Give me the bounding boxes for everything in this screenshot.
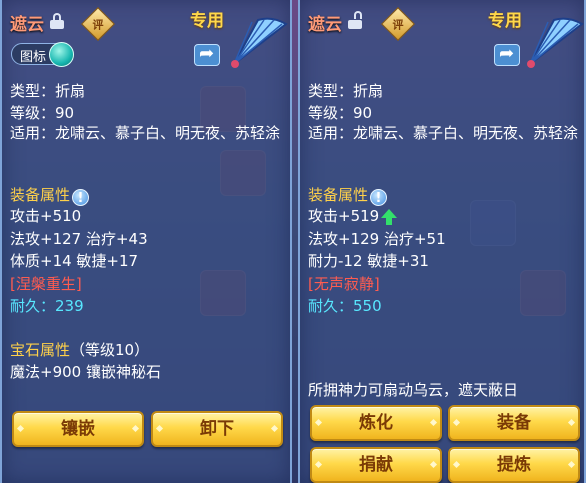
item-level: 等级：90	[308, 104, 373, 122]
special-effect: [涅槃重生]	[10, 275, 82, 293]
attr-section: 装备属性!	[10, 184, 90, 206]
info-icon[interactable]: !	[72, 189, 90, 206]
special-effect: [无声寂静]	[308, 275, 380, 293]
unequip-button[interactable]: 卸下	[151, 411, 283, 447]
durability-value: 550	[353, 297, 382, 315]
attr-title: 装备属性	[308, 186, 369, 204]
compare-item-panel: 遮云 评 专用 类型：折扇 等级：90 适用：龙啸云、慕子白、明无夜、苏轻涂 装…	[298, 0, 586, 483]
durability: 耐久：239	[10, 295, 84, 317]
rate-badge[interactable]: 评	[81, 7, 115, 41]
item-type: 类型：折扇	[308, 82, 384, 100]
exclusive-label: 专用	[190, 11, 224, 31]
info-icon[interactable]: !	[370, 189, 388, 206]
equipped-item-panel: 遮云 评 专用 图标 类型：折扇 等级：90 适用：龙啸云、慕子白、明无夜、苏轻…	[0, 0, 292, 483]
equip-button[interactable]: 装备	[448, 405, 580, 441]
gem-level: （等级10）	[70, 341, 150, 359]
con-agi-stat: 体质+14 敏捷+17	[10, 252, 139, 270]
extract-button[interactable]: 提炼	[448, 447, 580, 483]
exclusive-label: 专用	[488, 11, 522, 31]
share-icon[interactable]	[494, 43, 520, 66]
magic-heal-stat: 法攻+127 治疗+43	[10, 230, 148, 248]
up-arrow-icon	[381, 209, 398, 225]
item-fit: 适用：龙啸云、慕子白、明无夜、苏轻涂	[308, 124, 579, 142]
toggle-label: 图标	[20, 50, 47, 65]
donate-button[interactable]: 捐献	[310, 447, 442, 483]
gem-effect: 魔法+900 镶嵌神秘石	[10, 363, 161, 381]
item-name: 遮云	[10, 15, 44, 35]
magic-heal-stat: 法攻+129 治疗+51	[308, 230, 446, 248]
durability-label: 耐久：	[10, 297, 56, 315]
refine-button[interactable]: 炼化	[310, 405, 442, 441]
item-level: 等级：90	[10, 104, 75, 122]
fan-icon	[527, 17, 584, 68]
gem-section: 宝石属性（等级10）	[10, 339, 149, 361]
lock-icon[interactable]	[50, 13, 64, 29]
share-icon[interactable]	[194, 43, 220, 66]
item-type: 类型：折扇	[10, 82, 86, 100]
end-agi-stat: 耐力-12 敏捷+31	[308, 252, 429, 270]
attack-stat: 攻击+519	[308, 205, 398, 227]
attack-value: 攻击+519	[308, 207, 380, 225]
durability-value: 239	[55, 297, 84, 315]
unlock-icon[interactable]	[348, 11, 362, 29]
item-description: 所拥神力可扇动乌云，遮天蔽日	[308, 381, 519, 399]
attack-stat: 攻击+510	[10, 207, 82, 225]
item-fit: 适用：龙啸云、慕子白、明无夜、苏轻涂	[10, 124, 281, 142]
toggle-knob	[49, 42, 74, 67]
inlay-button[interactable]: 镶嵌	[12, 411, 144, 447]
durability-label: 耐久：	[308, 297, 354, 315]
item-name: 遮云	[308, 15, 342, 35]
icon-toggle[interactable]: 图标	[11, 42, 74, 67]
rate-badge[interactable]: 评	[381, 7, 415, 41]
gem-title: 宝石属性	[10, 341, 71, 359]
fan-icon	[231, 17, 288, 68]
attr-title: 装备属性	[10, 186, 71, 204]
durability: 耐久：550	[308, 295, 382, 317]
attr-section: 装备属性!	[308, 184, 388, 206]
